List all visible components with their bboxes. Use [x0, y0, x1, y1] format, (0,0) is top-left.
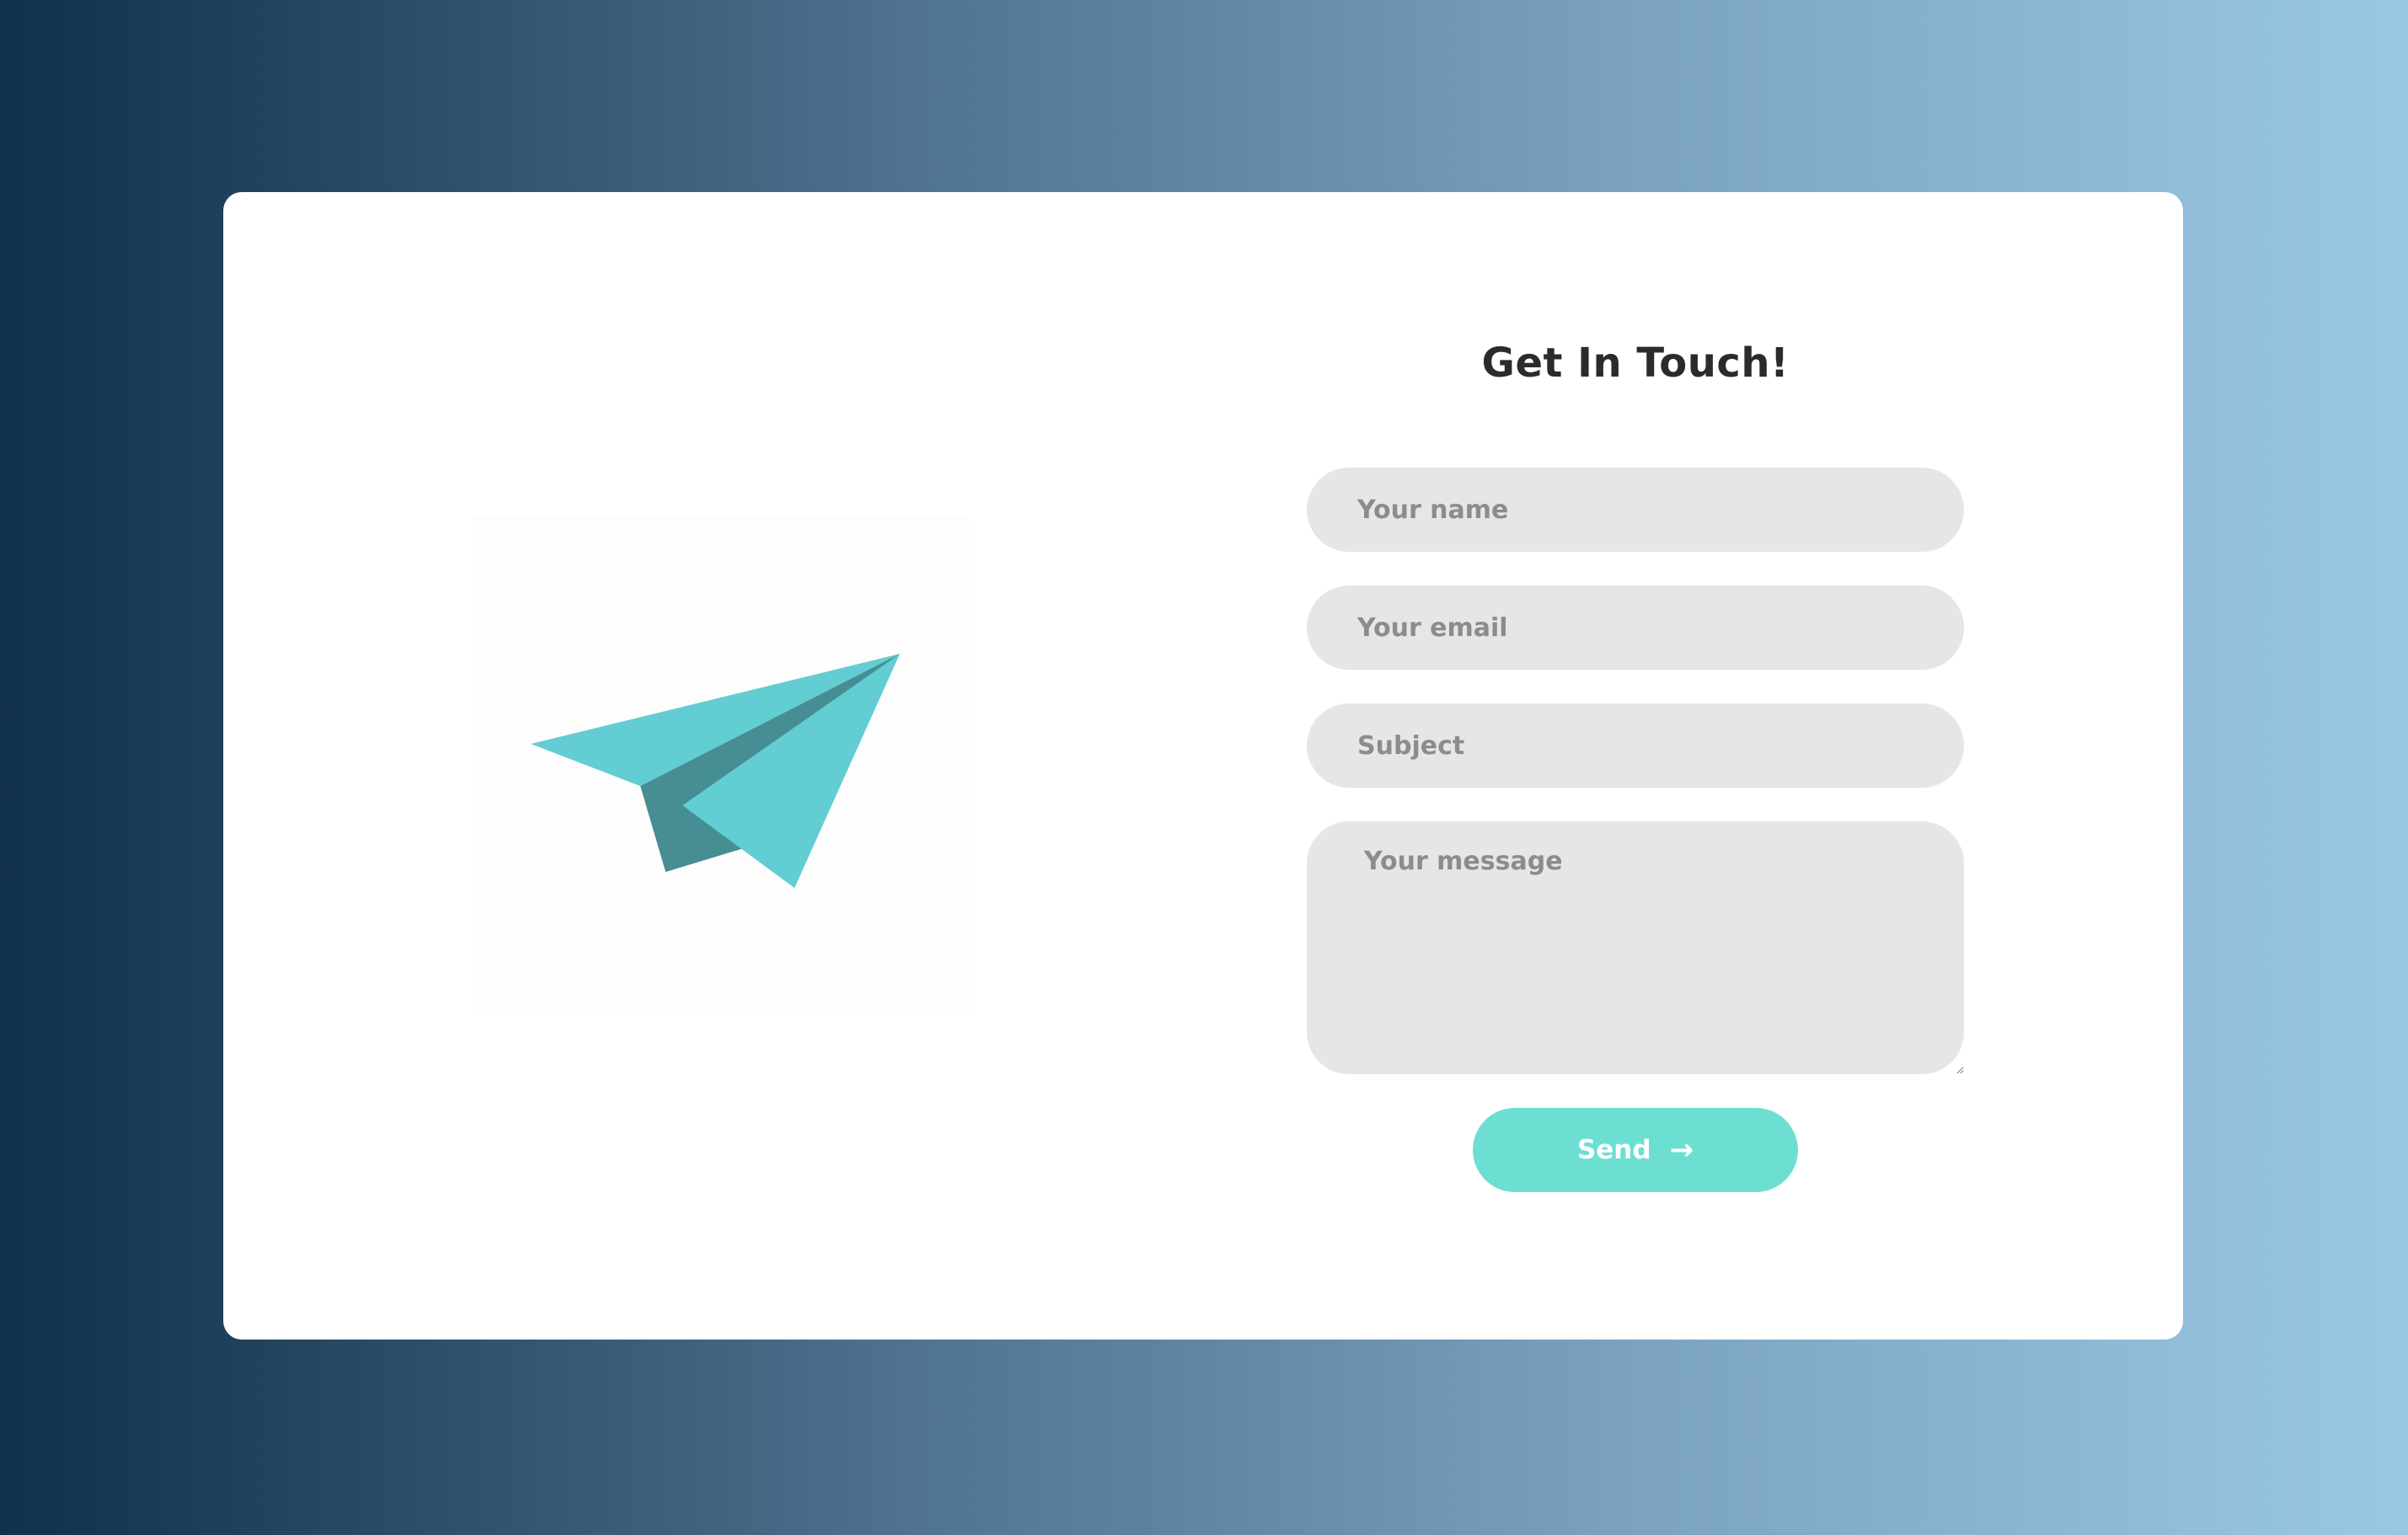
name-input[interactable]: [1307, 468, 1964, 552]
subject-input[interactable]: [1307, 703, 1964, 788]
send-button[interactable]: Send →: [1473, 1108, 1798, 1192]
contact-card: Get In Touch! Send →: [223, 192, 2183, 1340]
arrow-right-icon: →: [1669, 1133, 1694, 1167]
paper-plane-illustration: [472, 516, 969, 1014]
email-input[interactable]: [1307, 586, 1964, 670]
message-textarea[interactable]: [1307, 821, 1964, 1074]
paper-plane-icon: [472, 516, 969, 1014]
form-title: Get In Touch!: [1481, 340, 1790, 387]
send-button-label: Send: [1576, 1135, 1651, 1165]
